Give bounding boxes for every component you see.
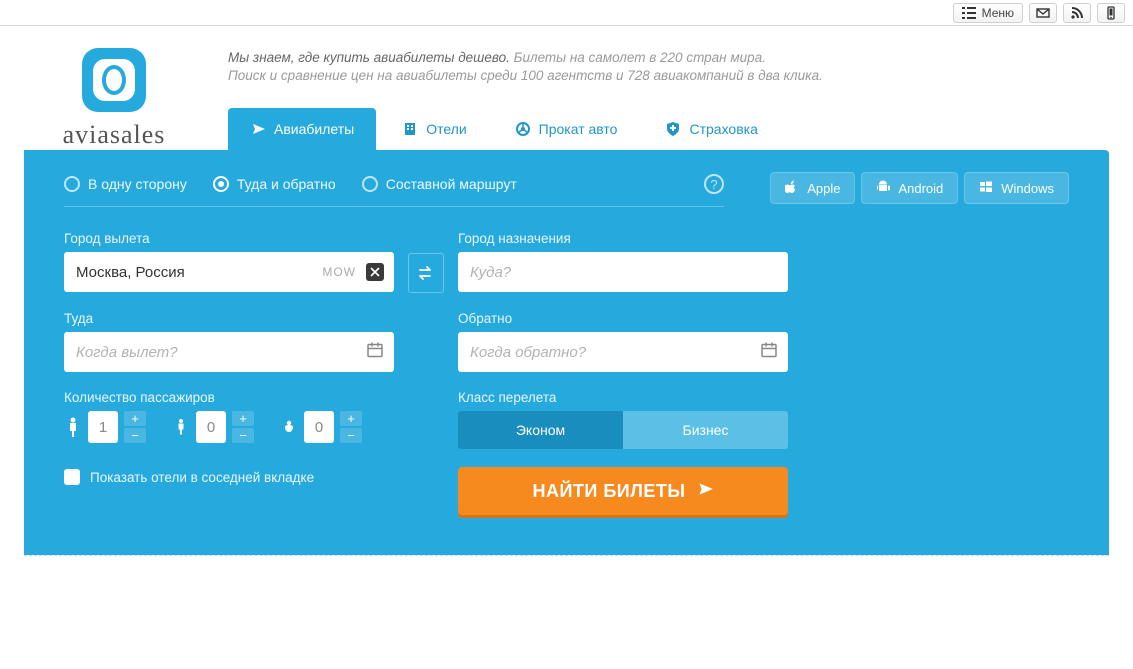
origin-code: MOW bbox=[322, 265, 356, 279]
adult-icon bbox=[64, 417, 82, 437]
menu-label: Меню bbox=[982, 6, 1014, 20]
search-button[interactable]: НАЙТИ БИЛЕТЫ bbox=[458, 467, 788, 515]
rss-button[interactable] bbox=[1063, 3, 1091, 23]
infants-dec[interactable]: − bbox=[340, 428, 362, 443]
pax-infants: 0 + − bbox=[280, 411, 362, 443]
plane-icon bbox=[696, 480, 714, 503]
dest-label: Город назначения bbox=[458, 231, 788, 246]
mobile-button[interactable] bbox=[1097, 3, 1125, 23]
shield-icon bbox=[665, 121, 681, 137]
depart-input[interactable] bbox=[64, 332, 394, 372]
mail-icon bbox=[1036, 6, 1050, 20]
tab-flights[interactable]: Авиабилеты bbox=[228, 108, 376, 150]
class-economy[interactable]: Эконом bbox=[458, 411, 623, 449]
adults-dec[interactable]: − bbox=[124, 428, 146, 443]
calendar-icon[interactable] bbox=[366, 341, 384, 364]
clear-origin[interactable] bbox=[366, 263, 384, 281]
adults-inc[interactable]: + bbox=[124, 411, 146, 426]
list-icon bbox=[962, 6, 976, 20]
windows-icon bbox=[979, 180, 993, 197]
trip-round[interactable]: Туда и обратно bbox=[213, 176, 336, 192]
class-label: Класс перелета bbox=[458, 390, 788, 405]
pax-adults: 1 + − bbox=[64, 411, 146, 443]
apple-icon bbox=[785, 180, 799, 197]
infants-inc[interactable]: + bbox=[340, 411, 362, 426]
building-icon bbox=[402, 121, 418, 137]
dest-input[interactable] bbox=[458, 252, 788, 292]
divider bbox=[24, 555, 1109, 556]
help-button[interactable]: ? bbox=[704, 174, 724, 194]
adults-count: 1 bbox=[88, 411, 118, 443]
tagline: Мы знаем, где купить авиабилеты дешево. … bbox=[228, 50, 1109, 65]
calendar-icon[interactable] bbox=[760, 341, 778, 364]
top-toolbar: Меню bbox=[0, 0, 1133, 26]
subtagline: Поиск и сравнение цен на авиабилеты сред… bbox=[228, 68, 1109, 83]
logo-icon bbox=[78, 44, 150, 116]
android-icon bbox=[876, 180, 890, 197]
search-panel: Apple Android Windows bbox=[24, 150, 1109, 555]
brand-name: aviasales bbox=[24, 120, 204, 150]
phone-icon bbox=[1104, 6, 1118, 20]
children-dec[interactable]: − bbox=[232, 428, 254, 443]
children-count: 0 bbox=[196, 411, 226, 443]
app-links: Apple Android Windows bbox=[770, 172, 1069, 204]
app-windows[interactable]: Windows bbox=[964, 172, 1069, 204]
rss-icon bbox=[1070, 6, 1084, 20]
class-business[interactable]: Бизнес bbox=[623, 411, 788, 449]
main-tabs: Авиабилеты Отели Прокат авто bbox=[228, 108, 1109, 150]
pax-children: 0 + − bbox=[172, 411, 254, 443]
app-android[interactable]: Android bbox=[861, 172, 958, 204]
show-hotels-checkbox[interactable] bbox=[64, 469, 80, 485]
trip-multi[interactable]: Составной маршрут bbox=[362, 176, 517, 192]
origin-label: Город вылета bbox=[64, 231, 394, 246]
app-apple[interactable]: Apple bbox=[770, 172, 855, 204]
depart-label: Туда bbox=[64, 311, 394, 326]
mail-button[interactable] bbox=[1029, 3, 1057, 23]
swap-button[interactable] bbox=[408, 253, 444, 293]
infants-count: 0 bbox=[304, 411, 334, 443]
return-label: Обратно bbox=[458, 311, 788, 326]
plane-icon bbox=[250, 121, 266, 137]
child-icon bbox=[172, 418, 190, 436]
pax-label: Количество пассажиров bbox=[64, 390, 394, 405]
children-inc[interactable]: + bbox=[232, 411, 254, 426]
return-input[interactable] bbox=[458, 332, 788, 372]
tab-cars[interactable]: Прокат авто bbox=[493, 108, 640, 150]
menu-button[interactable]: Меню bbox=[953, 3, 1023, 23]
infant-icon bbox=[280, 419, 298, 435]
brand-logo[interactable]: aviasales bbox=[24, 44, 204, 150]
tab-hotels[interactable]: Отели bbox=[380, 108, 488, 150]
trip-oneway[interactable]: В одну сторону bbox=[64, 176, 187, 192]
tab-insurance[interactable]: Страховка bbox=[643, 108, 779, 150]
show-hotels-label: Показать отели в соседней вкладке bbox=[90, 470, 314, 485]
steering-icon bbox=[515, 121, 531, 137]
